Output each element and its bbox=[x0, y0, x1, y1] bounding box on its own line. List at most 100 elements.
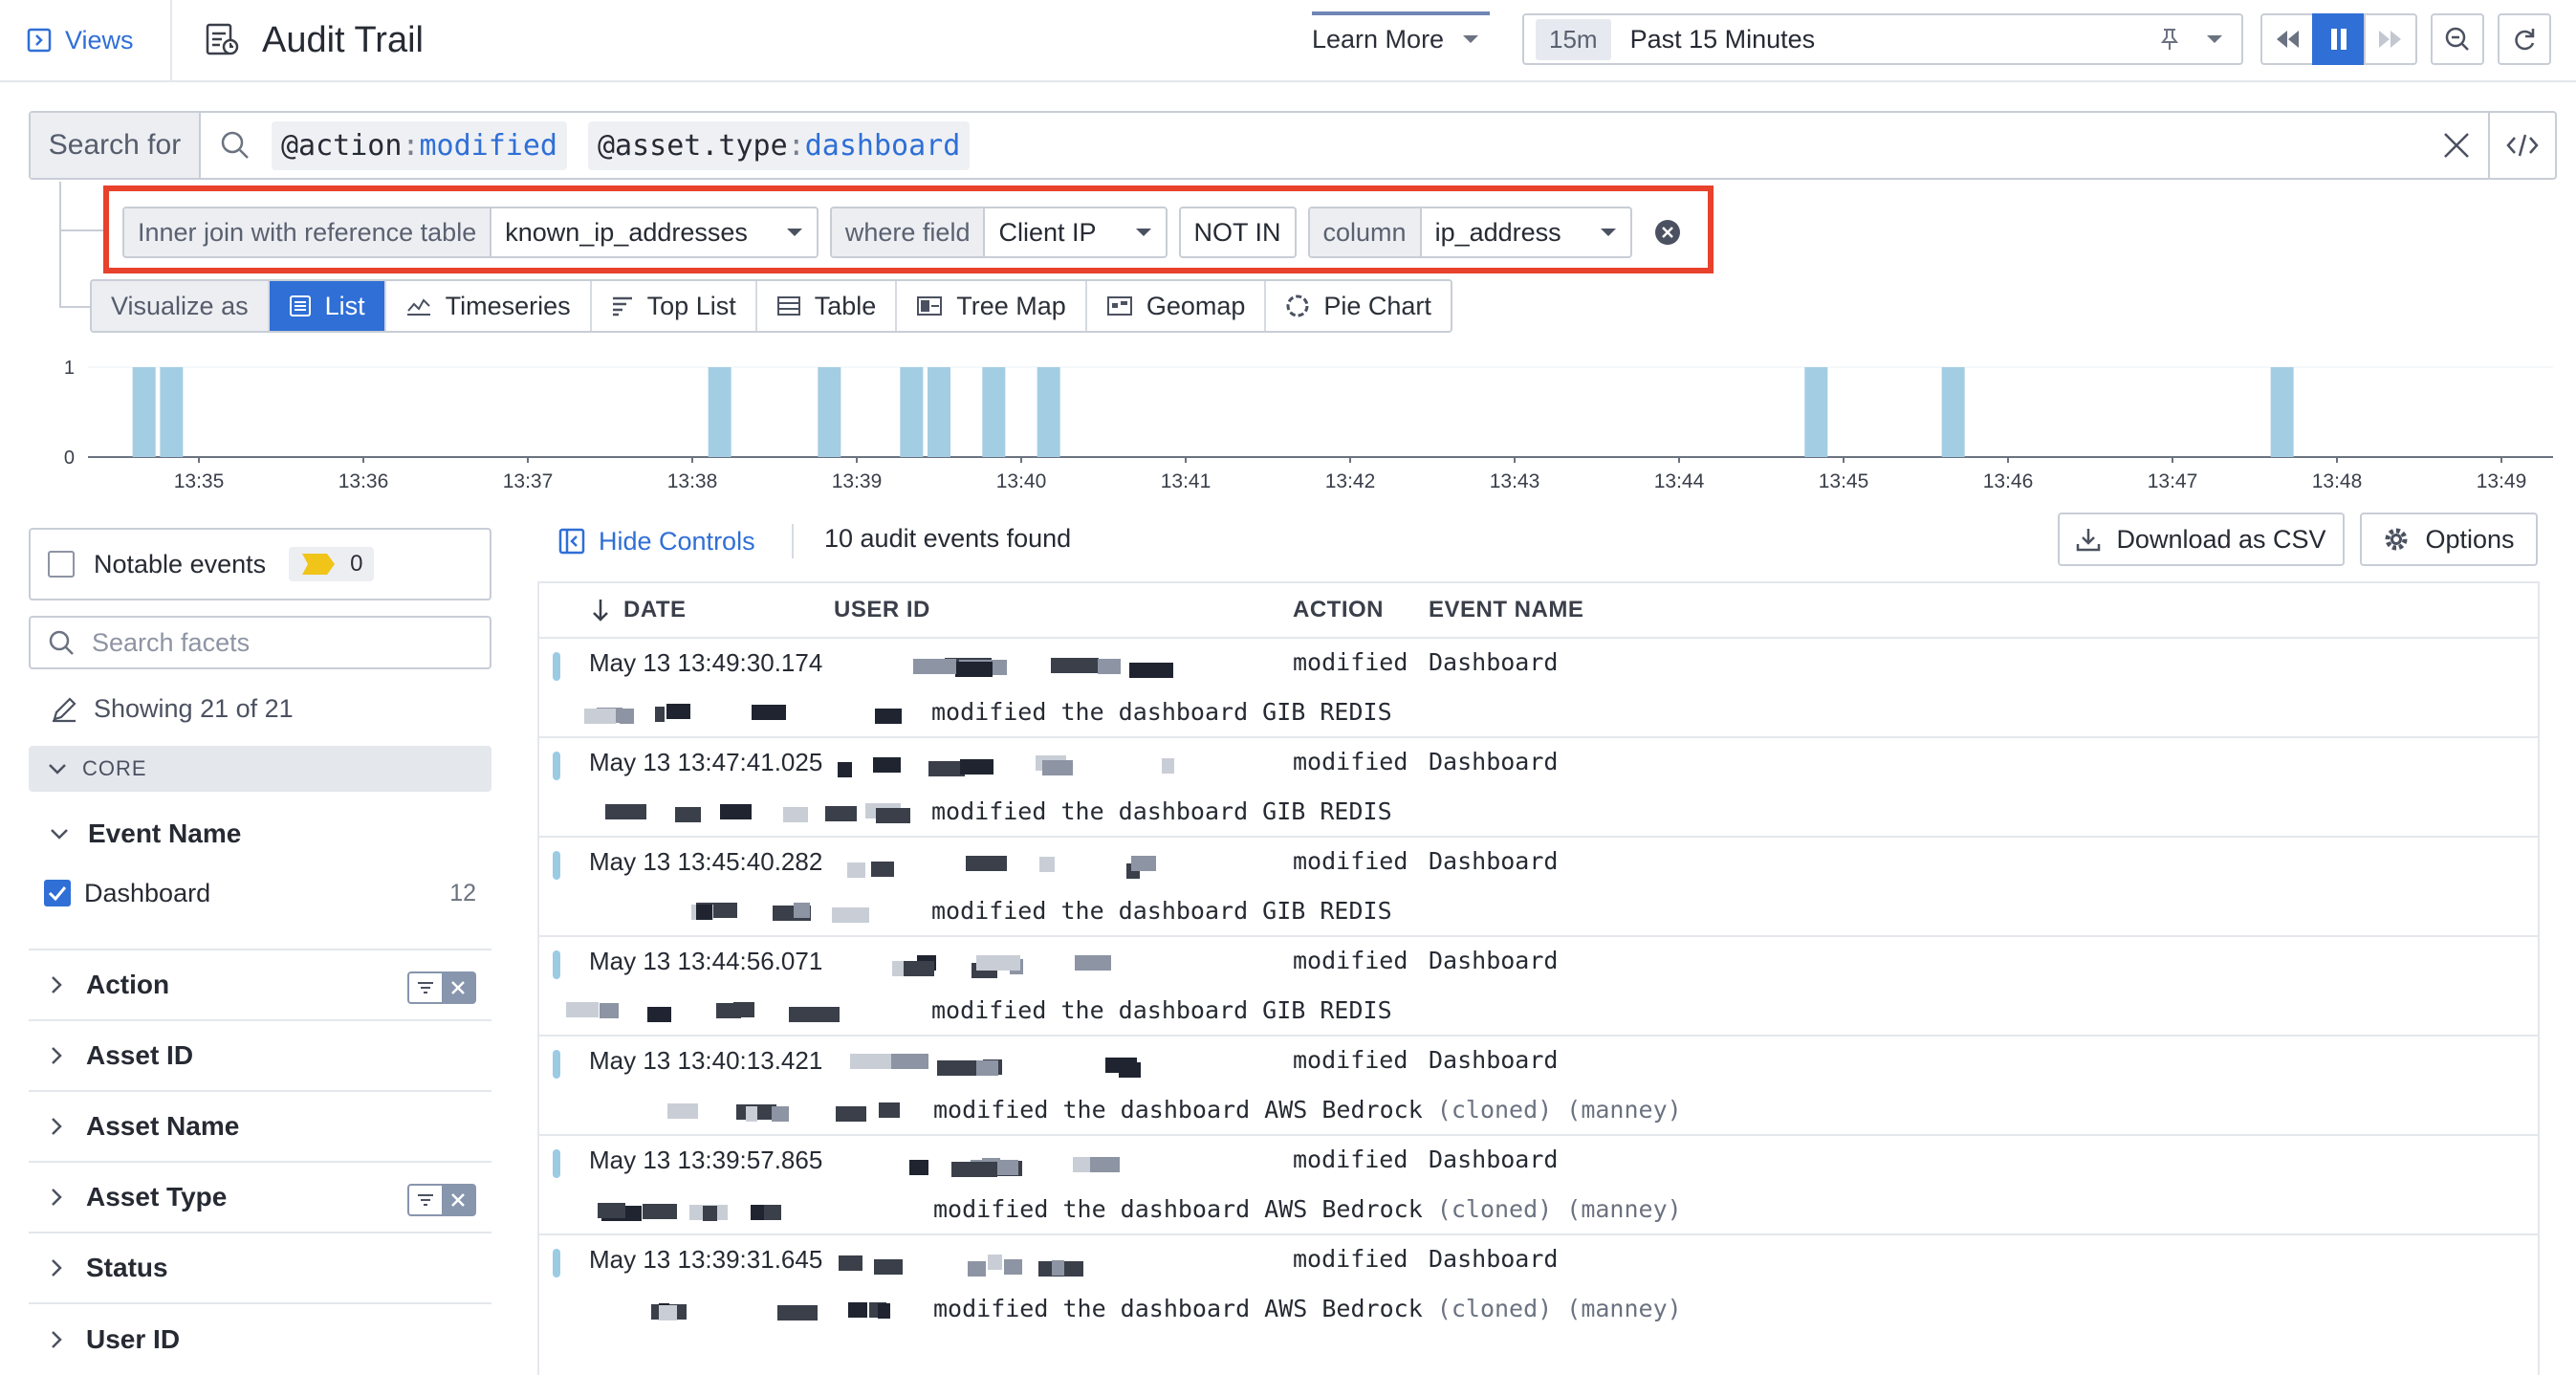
viz-timeseries-label: Timeseries bbox=[445, 291, 571, 320]
facet-action[interactable]: Action bbox=[29, 950, 491, 1021]
learn-more-dropdown[interactable]: Learn More bbox=[1312, 11, 1491, 67]
pause-button[interactable] bbox=[2312, 13, 2366, 65]
viz-toplist-button[interactable]: Top List bbox=[591, 281, 757, 331]
download-csv-button[interactable]: Download as CSV bbox=[2058, 513, 2345, 566]
viz-piechart-label: Pie Chart bbox=[1323, 291, 1431, 320]
facet-search-input[interactable]: Search facets bbox=[29, 616, 491, 669]
hide-controls-label: Hide Controls bbox=[599, 526, 755, 556]
facet-action-label: Action bbox=[86, 970, 170, 999]
redacted-block bbox=[1052, 1260, 1064, 1276]
hide-controls-button[interactable]: Hide Controls bbox=[558, 522, 755, 560]
gear-icon bbox=[2383, 526, 2410, 553]
viz-timeseries-button[interactable]: Timeseries bbox=[385, 281, 592, 331]
redacted-block bbox=[789, 1007, 830, 1022]
join-column-select[interactable]: column ip_address bbox=[1307, 207, 1632, 258]
join-operator-select[interactable]: NOT IN bbox=[1178, 207, 1297, 258]
inner-join-label: Inner join with reference table bbox=[124, 208, 492, 256]
row-message: modified the dashboard AWS Bedrock (clon… bbox=[933, 1096, 1682, 1124]
facet-asset-name[interactable]: Asset Name bbox=[29, 1092, 491, 1163]
filter-button[interactable] bbox=[409, 1186, 442, 1214]
join-field-select[interactable]: where field Client IP bbox=[829, 207, 1168, 258]
table-row[interactable]: May 13 13:47:41.025 modified Dashboard modi… bbox=[539, 736, 2538, 836]
query-chip-asset-type[interactable]: @asset.type:dashboard bbox=[588, 120, 971, 170]
redacted-block bbox=[874, 1259, 903, 1275]
row-message-text: modified the dashboard AWS Bedrock bbox=[933, 1195, 1423, 1223]
zoom-out-icon bbox=[2444, 26, 2471, 53]
flag-icon bbox=[300, 552, 337, 577]
clear-facet-button[interactable] bbox=[442, 973, 474, 1002]
views-button[interactable]: Views bbox=[27, 17, 134, 63]
status-bar bbox=[553, 950, 560, 979]
table-row[interactable]: May 13 13:44:56.071 modified Dashboard modi… bbox=[539, 935, 2538, 1035]
facet-event-name[interactable]: Event Name bbox=[29, 815, 491, 853]
where-field-label: where field bbox=[831, 208, 986, 256]
tree-map-icon bbox=[916, 295, 943, 316]
zoom-out-button[interactable] bbox=[2431, 13, 2484, 65]
viz-treemap-button[interactable]: Tree Map bbox=[897, 281, 1087, 331]
time-range-picker[interactable]: 15m Past 15 Minutes bbox=[1522, 13, 2243, 65]
refresh-button[interactable] bbox=[2498, 13, 2551, 65]
table-row[interactable]: May 13 13:49:30.174 modified Dashboard modi… bbox=[539, 637, 2538, 736]
facet-asset-id[interactable]: Asset ID bbox=[29, 1021, 491, 1092]
redacted-block bbox=[832, 907, 869, 923]
pencil-icon bbox=[50, 695, 78, 724]
histogram-bar bbox=[928, 367, 950, 457]
forward-button[interactable] bbox=[2364, 13, 2417, 65]
search-for-label: Search for bbox=[31, 113, 201, 178]
table-row[interactable]: May 13 13:45:40.282 modified Dashboard modi… bbox=[539, 836, 2538, 935]
facet-event-name-label: Event Name bbox=[88, 818, 242, 848]
column-header-date[interactable]: DATE bbox=[591, 583, 687, 637]
row-date: May 13 13:44:56.071 bbox=[589, 947, 823, 975]
pin-icon[interactable] bbox=[2159, 27, 2180, 52]
close-icon bbox=[450, 980, 466, 995]
row-action: modified bbox=[1293, 648, 1408, 676]
redacted-block bbox=[848, 1302, 867, 1318]
facet-user-id[interactable]: User ID bbox=[29, 1304, 491, 1375]
viz-list-button[interactable]: List bbox=[269, 281, 386, 331]
filter-button[interactable] bbox=[409, 973, 442, 1002]
clear-facet-button[interactable] bbox=[442, 1186, 474, 1214]
notable-events-checkbox[interactable] bbox=[48, 551, 75, 578]
code-view-button[interactable] bbox=[2488, 113, 2555, 178]
notable-events-toggle[interactable]: Notable events 0 bbox=[29, 528, 491, 600]
dashboard-checkbox[interactable] bbox=[44, 880, 71, 906]
time-range-label: Past 15 Minutes bbox=[1629, 24, 1816, 54]
facet-asset-type[interactable]: Asset Type bbox=[29, 1163, 491, 1233]
table-row[interactable]: May 13 13:39:57.865 modified Dashboard modi… bbox=[539, 1134, 2538, 1233]
rewind-button[interactable] bbox=[2260, 13, 2314, 65]
x-tick-label: 13:36 bbox=[338, 470, 389, 492]
events-table: DATE USER ID ACTION EVENT NAME May 13 13… bbox=[537, 581, 2540, 1375]
remove-join-button[interactable] bbox=[1653, 207, 1682, 258]
redacted-block bbox=[566, 1002, 599, 1017]
status-bar bbox=[553, 851, 560, 880]
query-chip-action[interactable]: @action:modified bbox=[272, 120, 567, 170]
redacted-block bbox=[1042, 760, 1073, 775]
caret-down-icon[interactable] bbox=[2205, 33, 2224, 45]
redacted-block bbox=[659, 1305, 677, 1320]
viz-toplist-label: Top List bbox=[646, 291, 736, 320]
facet-value-dashboard[interactable]: Dashboard 12 bbox=[44, 874, 476, 912]
column-header-event[interactable]: EVENT NAME bbox=[1429, 583, 1583, 637]
table-row[interactable]: May 13 13:39:31.645 modified Dashboard modi… bbox=[539, 1233, 2538, 1333]
viz-table-button[interactable]: Table bbox=[756, 281, 898, 331]
status-bar bbox=[553, 652, 560, 681]
column-header-action[interactable]: ACTION bbox=[1293, 583, 1384, 637]
timeseries-icon bbox=[405, 295, 432, 316]
search-query-input[interactable]: @action:modified @asset.type:dashboard bbox=[201, 113, 2425, 178]
facet-status[interactable]: Status bbox=[29, 1233, 491, 1304]
viz-geomap-button[interactable]: Geomap bbox=[1086, 281, 1267, 331]
row-message-suffix: (cloned) (manney) bbox=[1422, 1295, 1682, 1322]
column-header-user[interactable]: USER ID bbox=[834, 583, 930, 637]
x-tick-label: 13:43 bbox=[1490, 470, 1540, 492]
clear-search-button[interactable] bbox=[2425, 113, 2488, 178]
join-table-select[interactable]: Inner join with reference table known_ip… bbox=[122, 207, 819, 258]
visualize-as-toolbar: Visualize as List Timeseries Top List Ta… bbox=[90, 279, 1452, 333]
table-row[interactable]: May 13 13:40:13.421 modified Dashboard modi… bbox=[539, 1035, 2538, 1134]
core-section-header[interactable]: CORE bbox=[29, 746, 491, 792]
redacted-block bbox=[600, 1003, 619, 1018]
options-button[interactable]: Options bbox=[2360, 513, 2538, 566]
redacted-block bbox=[988, 1255, 1002, 1270]
viz-piechart-button[interactable]: Pie Chart bbox=[1266, 281, 1451, 331]
showing-facets[interactable]: Showing 21 of 21 bbox=[50, 694, 294, 724]
redacted-block bbox=[1129, 663, 1173, 678]
